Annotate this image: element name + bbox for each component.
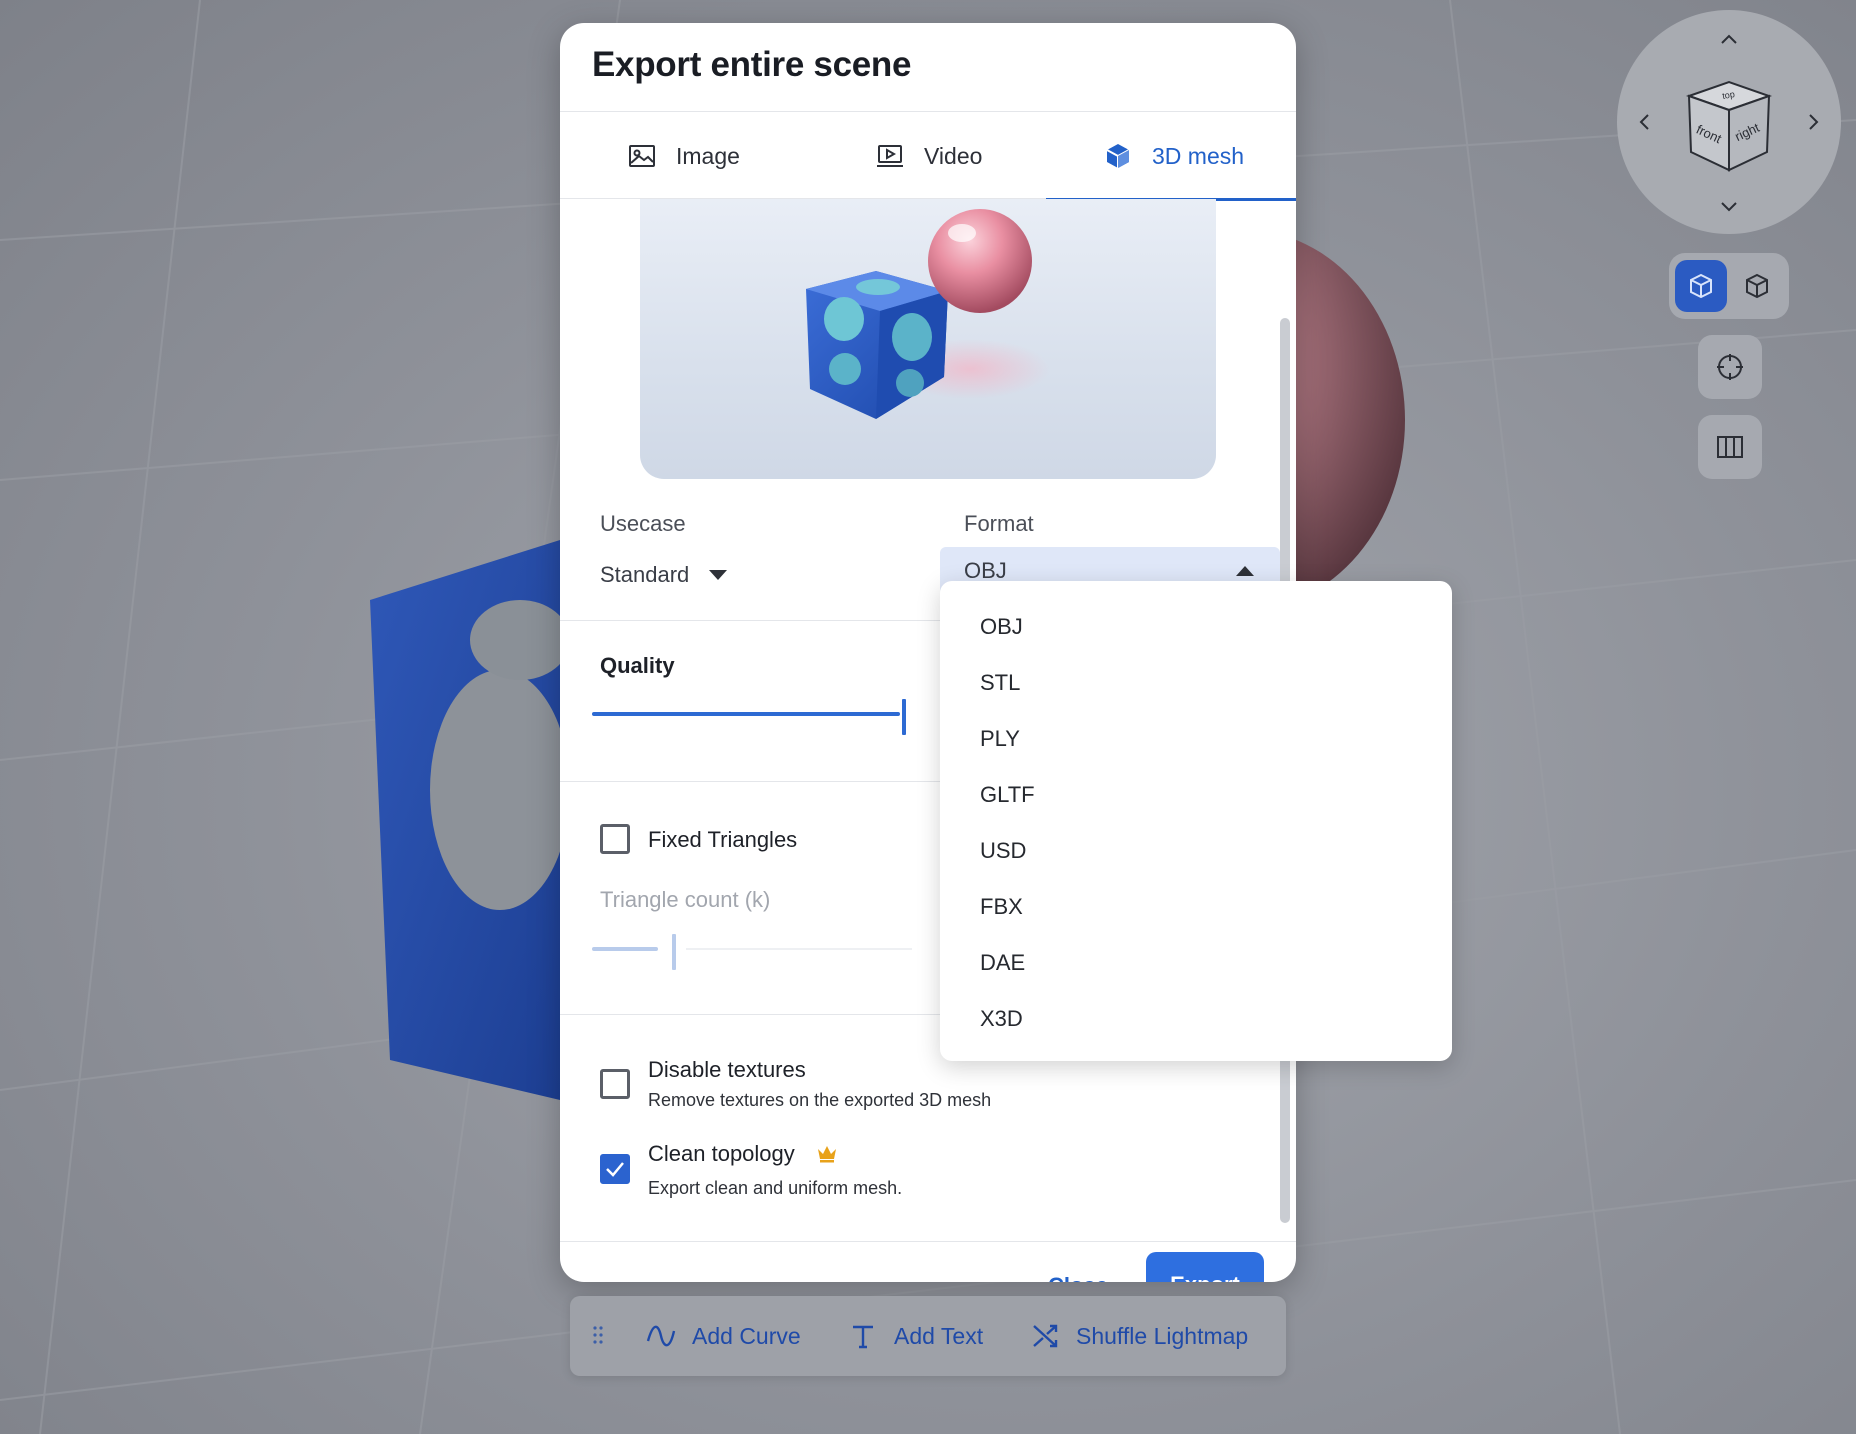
usecase-value: Standard [600,562,690,587]
disable-textures-checkbox[interactable] [600,1069,630,1099]
divider [560,1241,1296,1242]
format-label: Format [964,511,1034,536]
crosshair-icon [1717,354,1743,380]
fixed-triangles-checkbox[interactable] [600,824,630,854]
perspective-view-button[interactable] [1675,260,1727,312]
shuffle-lightmap-button[interactable]: Shuffle Lightmap [1030,1296,1248,1376]
bottom-toolbar: Add Curve Add Text Shuffle Lightmap [570,1296,1286,1376]
tab-image[interactable]: Image [628,112,740,200]
orthographic-view-button[interactable] [1731,260,1783,312]
image-icon [628,142,656,170]
chevron-left-icon[interactable] [1633,110,1657,134]
tab-video[interactable]: Video [876,112,982,200]
export-tabs: Image Video 3D mesh [560,111,1296,201]
fixed-triangles-label: Fixed Triangles [648,827,798,852]
shuffle-lightmap-label: Shuffle Lightmap [1076,1322,1249,1349]
clean-topology-label: Clean topology [648,1141,795,1166]
cube-outline-icon [1690,273,1712,299]
tab-3d-mesh[interactable]: 3D mesh [1045,112,1296,201]
dialog-title: Export entire scene [592,45,912,84]
add-curve-label: Add Curve [692,1322,801,1349]
chevron-up-icon[interactable] [1717,28,1741,52]
format-dropdown-menu: OBJ STL PLY GLTF USD FBX DAE X3D [940,581,1452,1061]
disable-textures-label: Disable textures [648,1057,806,1082]
triangle-count-slider[interactable] [592,934,912,970]
format-option-obj[interactable]: OBJ [940,599,1452,655]
quality-slider-fill [592,712,900,716]
triangle-count-slider-fill [592,947,658,951]
quality-slider[interactable] [592,699,906,735]
format-option-ply[interactable]: PLY [940,711,1452,767]
drag-handle-icon[interactable] [592,1324,604,1351]
triangle-count-slider-thumb[interactable] [672,934,676,970]
curve-icon [646,1321,676,1351]
text-icon [848,1321,878,1351]
triangle-count-slider-rest [686,948,912,950]
format-option-gltf[interactable]: GLTF [940,767,1452,823]
caret-down-icon [709,570,728,580]
crown-icon [816,1143,838,1168]
format-option-dae[interactable]: DAE [940,935,1452,991]
caret-up-icon [1236,566,1254,576]
view-mode-toggle [1669,253,1789,319]
add-text-button[interactable]: Add Text [848,1296,983,1376]
format-option-x3d[interactable]: X3D [940,991,1452,1047]
chevron-right-icon[interactable] [1801,110,1825,134]
tab-image-label: Image [676,142,740,169]
checkmark-icon [606,1162,624,1177]
chevron-down-icon[interactable] [1717,194,1741,218]
format-option-stl[interactable]: STL [940,655,1452,711]
clean-topology-checkbox[interactable] [600,1154,630,1184]
format-option-fbx[interactable]: FBX [940,879,1452,935]
add-curve-button[interactable]: Add Curve [646,1296,801,1376]
clean-topology-description: Export clean and uniform mesh. [648,1178,903,1198]
navigation-cube[interactable]: top front right [1617,10,1841,234]
usecase-label: Usecase [600,511,686,536]
triangle-count-label: Triangle count (k) [600,887,771,912]
columns-icon [1717,436,1743,458]
tab-video-label: Video [924,142,983,169]
close-button[interactable]: Close [1048,1273,1108,1282]
add-text-label: Add Text [894,1322,984,1349]
cube-wireframe-icon [1746,273,1768,299]
disable-textures-description: Remove textures on the exported 3D mesh [648,1090,992,1110]
tab-3d-mesh-label: 3D mesh [1152,142,1245,169]
cube-icon [1104,142,1132,170]
focus-target-button[interactable] [1698,335,1762,399]
video-icon [876,142,904,170]
usecase-select[interactable]: Standard [600,555,728,595]
cube-face-top: top [1721,89,1735,101]
quality-slider-thumb[interactable] [902,699,906,735]
quality-label: Quality [600,653,675,678]
shuffle-icon [1030,1321,1060,1351]
export-button[interactable]: Export [1146,1252,1264,1282]
format-option-usd[interactable]: USD [940,823,1452,879]
scene-preview-image [640,199,1216,479]
orientation-cube-icon[interactable]: top front right [1685,78,1773,174]
columns-layout-button[interactable] [1698,415,1762,479]
